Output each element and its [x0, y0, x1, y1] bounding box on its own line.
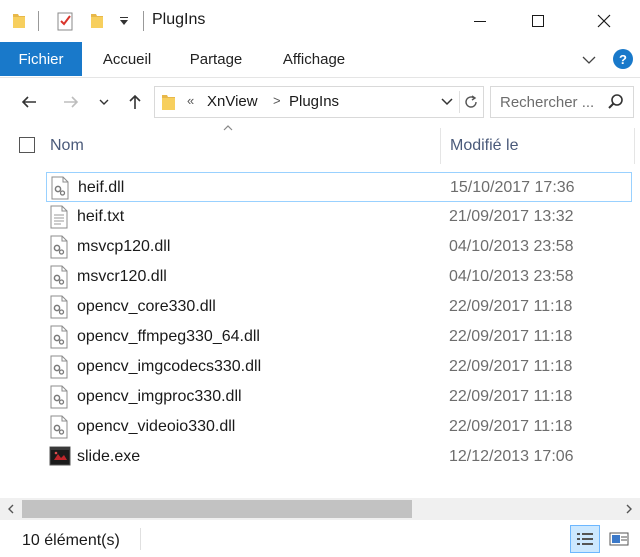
folder-icon[interactable]: [8, 10, 30, 32]
scrollbar-thumb[interactable]: [22, 500, 412, 518]
dll-icon: [49, 325, 71, 349]
list-item[interactable]: opencv_imgproc330.dll 22/09/2017 11:18: [46, 382, 632, 412]
breadcrumb-separator[interactable]: >: [273, 93, 281, 108]
text-file-icon: [49, 205, 71, 229]
up-arrow-icon[interactable]: [124, 91, 146, 113]
list-item[interactable]: opencv_core330.dll 22/09/2017 11:18: [46, 292, 632, 322]
forward-arrow-icon[interactable]: [60, 91, 82, 113]
properties-icon[interactable]: [54, 10, 76, 32]
search-input[interactable]: Rechercher ...: [490, 86, 634, 118]
tab-affichage[interactable]: Affichage: [270, 42, 358, 76]
window-title: PlugIns: [152, 11, 206, 28]
toolbar-divider: [142, 10, 144, 32]
new-folder-icon[interactable]: [86, 10, 108, 32]
dll-icon: [49, 415, 71, 439]
file-modified: 04/10/2013 23:58: [449, 268, 574, 285]
file-name: msvcr120.dll: [77, 268, 167, 285]
list-item[interactable]: msvcr120.dll 04/10/2013 23:58: [46, 262, 632, 292]
column-name-header[interactable]: Nom: [50, 137, 84, 155]
dll-icon: [49, 235, 71, 259]
ribbon-tabs: Fichier Accueil Partage Affichage ?: [0, 42, 640, 78]
list-item[interactable]: heif.txt 21/09/2017 13:32: [46, 202, 632, 232]
breadcrumb-xnview[interactable]: XnView: [207, 93, 258, 110]
column-modified-header[interactable]: Modifié le: [450, 137, 518, 155]
file-modified: 22/09/2017 11:18: [449, 328, 573, 345]
tab-accueil[interactable]: Accueil: [92, 42, 162, 76]
file-modified: 04/10/2013 23:58: [449, 238, 574, 255]
file-name: opencv_videoio330.dll: [77, 418, 236, 435]
large-icons-view-icon: [609, 532, 629, 546]
folder-icon: [160, 92, 180, 112]
list-item[interactable]: msvcp120.dll 04/10/2013 23:58: [46, 232, 632, 262]
list-item[interactable]: opencv_ffmpeg330_64.dll 22/09/2017 11:18: [46, 322, 632, 352]
details-view-icon: [577, 533, 593, 545]
column-divider[interactable]: [634, 128, 635, 164]
scroll-left-icon[interactable]: [0, 498, 22, 520]
dll-icon: [49, 385, 71, 409]
tab-partage[interactable]: Partage: [180, 42, 252, 76]
item-count: 10 élément(s): [22, 532, 120, 549]
list-item[interactable]: opencv_imgcodecs330.dll 22/09/2017 11:18: [46, 352, 632, 382]
file-name: opencv_imgcodecs330.dll: [77, 358, 262, 375]
horizontal-scrollbar[interactable]: [0, 498, 640, 520]
file-name: heif.txt: [77, 208, 125, 225]
search-icon[interactable]: [607, 93, 627, 113]
title-bar: PlugIns: [0, 0, 640, 42]
select-all-checkbox[interactable]: [19, 137, 35, 153]
file-name: opencv_ffmpeg330_64.dll: [77, 328, 260, 345]
file-modified: 12/12/2013 17:06: [449, 448, 574, 465]
back-arrow-icon[interactable]: [18, 91, 40, 113]
maximize-button[interactable]: [506, 0, 570, 42]
toolbar-divider: [37, 10, 39, 32]
file-name: slide.exe: [77, 448, 141, 465]
file-modified: 22/09/2017 11:18: [449, 358, 573, 375]
dll-icon: [49, 265, 71, 289]
close-icon: [597, 14, 611, 28]
exe-icon: [49, 445, 71, 469]
recent-locations-chevron-icon[interactable]: [96, 91, 112, 113]
column-header: Nom Modifié le: [0, 124, 640, 168]
file-name: heif.dll: [78, 179, 125, 196]
dll-icon: [49, 295, 71, 319]
file-modified: 22/09/2017 11:18: [449, 298, 573, 315]
minimize-button[interactable]: [448, 0, 512, 42]
column-divider[interactable]: [440, 128, 441, 164]
refresh-icon[interactable]: [459, 91, 481, 113]
address-history-chevron-icon[interactable]: [439, 94, 455, 110]
address-overflow-chevron[interactable]: «: [187, 93, 194, 108]
large-icons-view-button[interactable]: [604, 525, 634, 553]
file-name: msvcp120.dll: [77, 238, 171, 255]
dll-icon: [50, 176, 72, 200]
help-icon[interactable]: ?: [613, 49, 633, 69]
file-modified: 21/09/2017 13:32: [449, 208, 574, 225]
maximize-icon: [532, 15, 544, 27]
file-name: opencv_imgproc330.dll: [77, 388, 242, 405]
list-item[interactable]: heif.dll 15/10/2017 17:36: [46, 172, 632, 202]
list-item[interactable]: slide.exe 12/12/2013 17:06: [46, 442, 632, 472]
file-modified: 15/10/2017 17:36: [450, 179, 575, 196]
dll-icon: [49, 355, 71, 379]
status-divider: [140, 528, 141, 550]
scroll-right-icon[interactable]: [618, 498, 640, 520]
minimize-icon: [474, 21, 486, 22]
file-name: opencv_core330.dll: [77, 298, 216, 315]
search-placeholder: Rechercher ...: [500, 94, 595, 111]
close-button[interactable]: [572, 0, 636, 42]
list-item[interactable]: opencv_videoio330.dll 22/09/2017 11:18: [46, 412, 632, 442]
address-bar[interactable]: « XnView > PlugIns: [154, 86, 484, 118]
breadcrumb-plugins[interactable]: PlugIns: [289, 93, 339, 110]
sort-ascending-icon: [222, 124, 234, 135]
tab-fichier[interactable]: Fichier: [0, 42, 82, 76]
expand-ribbon-icon[interactable]: [580, 51, 598, 69]
customize-dropdown-icon[interactable]: [116, 10, 132, 32]
file-modified: 22/09/2017 11:18: [449, 388, 573, 405]
status-bar: 10 élément(s): [0, 520, 640, 557]
details-view-button[interactable]: [570, 525, 600, 553]
file-modified: 22/09/2017 11:18: [449, 418, 573, 435]
